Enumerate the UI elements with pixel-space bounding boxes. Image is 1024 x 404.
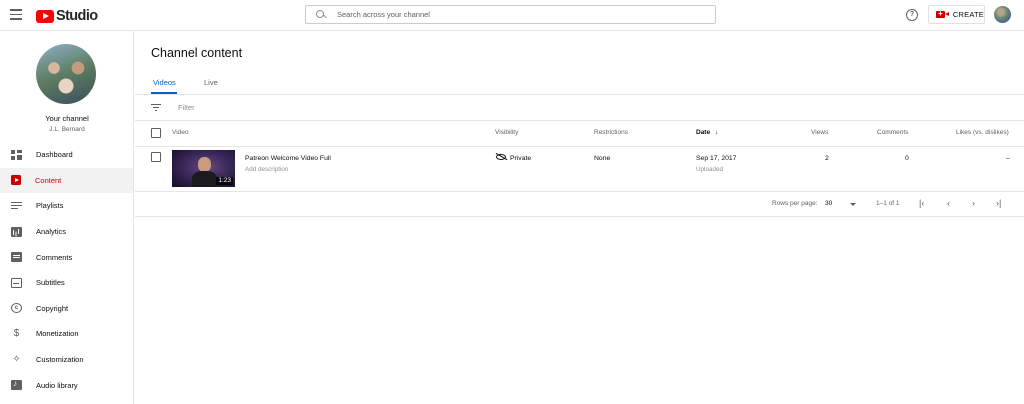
youtube-logo-icon — [36, 9, 54, 23]
column-header-date-label: Date — [696, 129, 711, 136]
table-row[interactable]: 1:23 Patreon Welcome Video Full Add desc… — [135, 147, 1024, 192]
rows-per-page-label: Rows per page: — [772, 200, 818, 207]
sidebar-item-label: Customization — [36, 355, 84, 365]
likes-value: – — [1006, 155, 1010, 162]
sidebar-item-monetization[interactable]: $ Monetization — [0, 321, 133, 347]
search-input[interactable] — [337, 10, 697, 19]
page-range: 1–1 of 1 — [876, 200, 900, 207]
search-icon[interactable] — [316, 9, 332, 21]
thumbnail-person — [198, 157, 211, 172]
comments-value: 0 — [905, 155, 909, 162]
previous-page-icon[interactable]: ‹ — [947, 198, 950, 208]
filter-input[interactable]: Filter — [178, 103, 195, 112]
column-header-date[interactable]: Date ↓ — [696, 129, 718, 136]
sidebar-item-audio-library[interactable]: Audio library — [0, 372, 133, 398]
column-header-restrictions[interactable]: Restrictions — [594, 129, 628, 136]
playlists-icon — [11, 200, 22, 211]
account-avatar[interactable] — [994, 6, 1011, 23]
comments-icon — [11, 252, 22, 263]
thumbnail-body — [192, 171, 217, 187]
visibility-off-icon — [496, 154, 506, 160]
column-header-likes[interactable]: Likes (vs. dislikes) — [956, 129, 1009, 136]
main-content: Channel content Videos Live Filter Video… — [135, 31, 1024, 404]
sidebar-item-content[interactable]: Content — [0, 167, 133, 194]
create-label: CREATE — [952, 10, 984, 19]
search-bar[interactable] — [305, 5, 716, 24]
visibility-value[interactable]: Private — [510, 155, 531, 162]
your-channel-label[interactable]: Your channel — [0, 114, 134, 123]
channel-avatar[interactable] — [36, 44, 96, 104]
video-title[interactable]: Patreon Welcome Video Full — [245, 155, 331, 162]
top-bar: Studio ? CREATE — [0, 0, 1024, 31]
sidebar-item-label: Playlists — [36, 201, 64, 211]
restrictions-value: None — [594, 155, 611, 162]
date-status: Uploaded — [696, 166, 723, 173]
views-value: 2 — [825, 155, 829, 162]
channel-name: J.L. Bernard — [49, 126, 85, 133]
subtitles-icon — [11, 277, 22, 288]
sidebar: Your channel J.L. Bernard Dashboard Cont… — [0, 31, 134, 404]
next-page-icon[interactable]: › — [972, 198, 975, 208]
sidebar-item-subtitles[interactable]: Subtitles — [0, 270, 133, 296]
monetization-icon: $ — [13, 328, 20, 340]
sidebar-item-label: Audio library — [36, 380, 78, 390]
dropdown-arrow-icon[interactable] — [850, 203, 856, 206]
table-header: Video Visibility Restrictions Date ↓ Vie… — [135, 121, 1024, 147]
studio-logo[interactable]: Studio — [36, 8, 98, 24]
sort-arrow-icon: ↓ — [714, 129, 719, 136]
sidebar-nav: Dashboard Content Playlists Analytics Co… — [0, 142, 133, 398]
filter-bar: Filter — [135, 95, 1024, 121]
column-header-video: Video — [172, 129, 189, 136]
sidebar-item-label: Monetization — [36, 329, 79, 339]
sidebar-item-label: Dashboard — [36, 150, 73, 160]
analytics-icon — [11, 226, 22, 237]
video-thumbnail[interactable]: 1:23 — [172, 150, 235, 187]
page-title: Channel content — [151, 46, 243, 60]
pagination-bar: Rows per page: 30 1–1 of 1 |‹ ‹ › ›| — [135, 192, 1024, 217]
rows-per-page-select[interactable]: 30 — [825, 200, 832, 207]
sidebar-item-customization[interactable]: ✧ Customization — [0, 347, 133, 373]
logo-text: Studio — [56, 8, 98, 24]
sidebar-item-label: Comments — [36, 252, 73, 262]
copyright-icon: c — [11, 303, 22, 314]
sidebar-item-label: Content — [35, 175, 62, 185]
sidebar-item-dashboard[interactable]: Dashboard — [0, 142, 133, 168]
row-checkbox[interactable] — [151, 152, 161, 162]
sidebar-item-analytics[interactable]: Analytics — [0, 219, 133, 245]
hamburger-menu-icon[interactable] — [10, 9, 22, 21]
content-tabs: Videos Live — [135, 71, 1024, 95]
last-page-icon[interactable]: ›| — [996, 198, 1001, 208]
active-tab-indicator — [151, 92, 177, 94]
sidebar-item-playlists[interactable]: Playlists — [0, 193, 133, 219]
date-value: Sep 17, 2017 — [696, 155, 737, 162]
sidebar-item-label: Copyright — [36, 303, 69, 313]
video-description[interactable]: Add description — [245, 166, 288, 173]
create-button[interactable]: CREATE — [928, 5, 985, 24]
select-all-checkbox[interactable] — [151, 128, 161, 138]
help-icon[interactable]: ? — [906, 9, 918, 21]
create-video-icon — [936, 9, 949, 18]
sidebar-item-copyright[interactable]: c Copyright — [0, 296, 133, 322]
video-duration: 1:23 — [216, 177, 233, 185]
content-icon — [11, 175, 21, 186]
column-header-visibility[interactable]: Visibility — [495, 129, 518, 136]
column-header-views[interactable]: Views — [811, 129, 828, 136]
customization-icon: ✧ — [12, 354, 21, 366]
tab-videos[interactable]: Videos — [153, 78, 176, 87]
filter-icon[interactable] — [151, 104, 161, 112]
dashboard-icon — [11, 149, 22, 160]
sidebar-item-label: Analytics — [36, 227, 67, 237]
sidebar-item-label: Subtitles — [36, 278, 65, 288]
column-header-comments[interactable]: Comments — [877, 129, 908, 136]
first-page-icon[interactable]: |‹ — [919, 198, 924, 208]
audio-library-icon — [11, 379, 22, 391]
sidebar-item-comments[interactable]: Comments — [0, 244, 133, 270]
tab-live[interactable]: Live — [204, 78, 218, 87]
